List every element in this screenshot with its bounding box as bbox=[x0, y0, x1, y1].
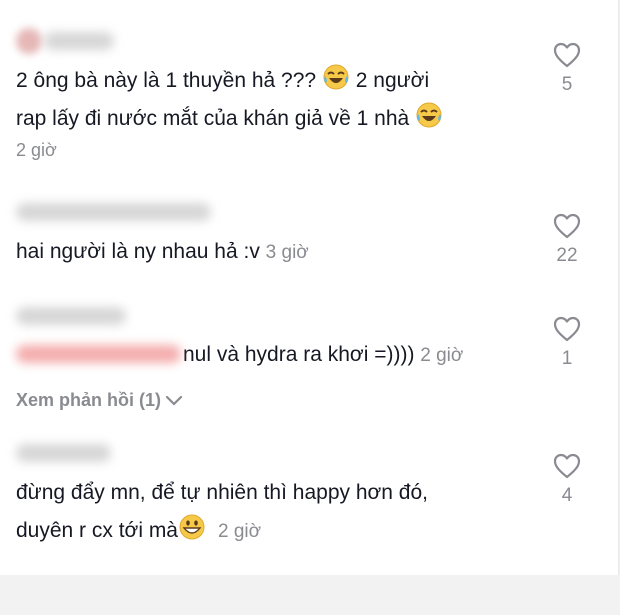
like-button[interactable]: 5 bbox=[542, 42, 592, 96]
chevron-down-icon bbox=[165, 395, 183, 406]
comment-timestamp: 3 giờ bbox=[265, 242, 309, 263]
heart-outline-icon[interactable] bbox=[553, 213, 581, 239]
comments-panel: 2 ông bà này là 1 thuyền hả ??? 2 người … bbox=[0, 0, 619, 575]
heart-outline-icon[interactable] bbox=[553, 42, 581, 68]
like-count: 22 bbox=[556, 245, 578, 266]
like-button[interactable]: 4 bbox=[542, 453, 592, 507]
face-with-tears-of-joy-icon bbox=[415, 101, 443, 129]
like-button[interactable]: 22 bbox=[542, 213, 592, 267]
mention-tag[interactable] bbox=[16, 345, 181, 363]
face-with-tears-of-joy-icon bbox=[322, 63, 350, 91]
like-button[interactable]: 1 bbox=[542, 316, 592, 370]
comment-username[interactable] bbox=[16, 203, 211, 221]
heart-outline-icon[interactable] bbox=[553, 453, 581, 479]
heart-outline-icon[interactable] bbox=[553, 316, 581, 342]
avatar[interactable] bbox=[16, 28, 42, 54]
comment-username[interactable] bbox=[44, 32, 114, 50]
comment-text: hai người là ny nhau hả :v 3 giờ bbox=[16, 240, 309, 263]
comment-username[interactable] bbox=[16, 444, 111, 462]
view-replies-label: Xem phản hồi (1) bbox=[16, 390, 162, 410]
comment-text: nul và hydra ra khơi =)))) 2 giờ bbox=[16, 336, 463, 375]
like-count: 1 bbox=[561, 348, 573, 369]
comment-text: đừng đẩy mn, để tự nhiên thì happy hơn đ… bbox=[16, 481, 428, 542]
comment-text: 2 ông bà này là 1 thuyền hả ??? 2 người … bbox=[16, 62, 443, 138]
like-count: 5 bbox=[561, 74, 573, 95]
view-replies-button[interactable]: Xem phản hồi (1) bbox=[16, 390, 183, 411]
like-count: 4 bbox=[561, 485, 573, 506]
comment-timestamp: 2 giờ bbox=[16, 140, 57, 160]
comment-username[interactable] bbox=[16, 307, 126, 325]
grinning-face-icon bbox=[178, 513, 206, 541]
comment-timestamp: 2 giờ bbox=[420, 345, 464, 366]
comment-timestamp: 2 giờ bbox=[218, 521, 262, 542]
